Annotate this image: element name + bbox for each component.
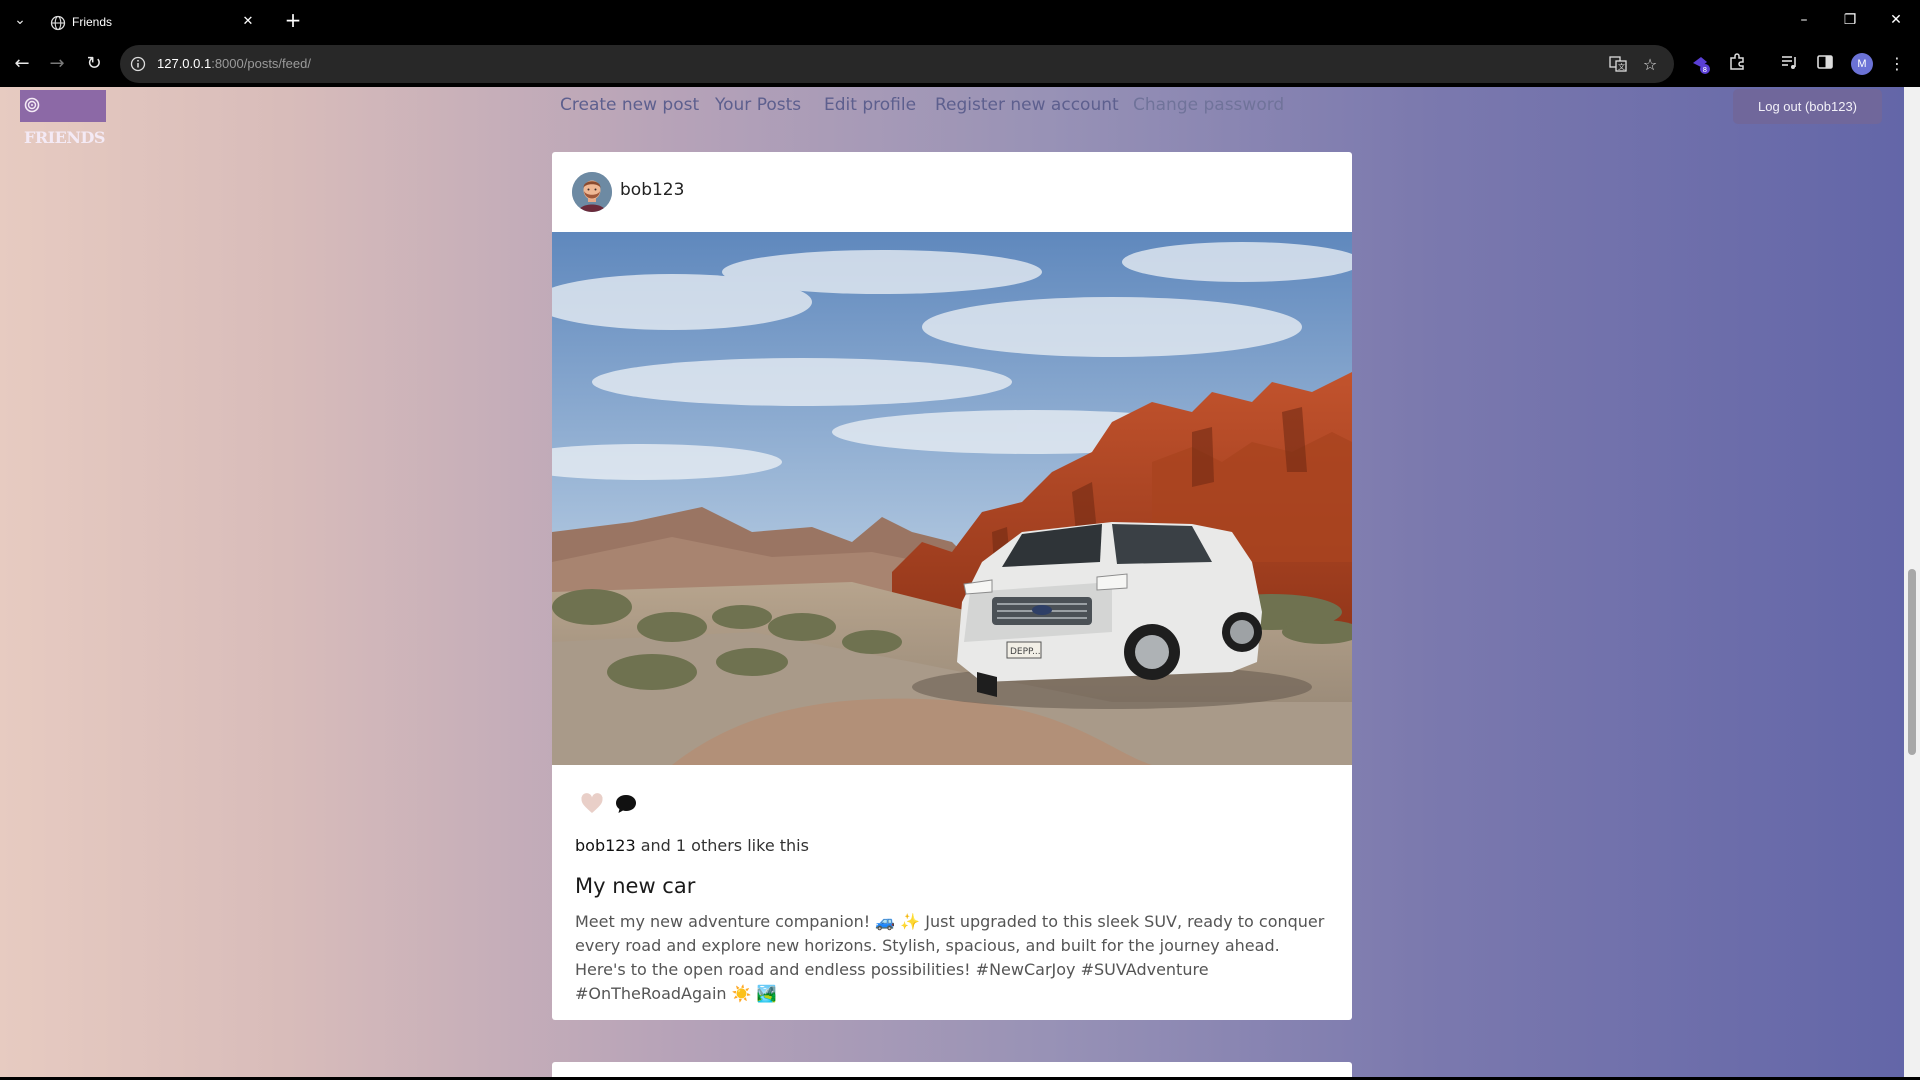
license-plate: DEPP...	[1010, 647, 1041, 657]
post-title: My new car	[575, 874, 696, 898]
author-avatar[interactable]	[572, 172, 612, 212]
media-controls-icon[interactable]	[1778, 53, 1800, 75]
reload-icon[interactable]: ↻	[82, 52, 106, 76]
likes-suffix: and 1 others like this	[635, 836, 809, 855]
post-card: bob123 DEPP... bob123 and 1 others like …	[552, 152, 1352, 1020]
nav-edit-profile[interactable]: Edit profile	[824, 95, 916, 115]
puzzle-extensions-icon[interactable]	[1726, 53, 1748, 75]
page-scrollbar[interactable]	[1904, 87, 1920, 1077]
likes-summary: bob123 and 1 others like this	[575, 836, 809, 855]
nav-change-password[interactable]: Change password	[1133, 95, 1284, 115]
heart-icon[interactable]	[580, 792, 604, 816]
tab-list-chevron-icon[interactable]: ⌄	[10, 10, 30, 30]
browser-tab-bar: ⌄ Friends ✕ + – ❐ ✕	[0, 0, 1920, 41]
browser-tab[interactable]: Friends ✕	[38, 6, 270, 41]
side-panel-icon[interactable]	[1814, 53, 1836, 75]
logout-button[interactable]: Log out (bob123)	[1733, 89, 1882, 124]
url-path: :8000/posts/feed/	[211, 56, 311, 71]
new-tab-plus-icon[interactable]: +	[282, 9, 304, 31]
url-host: 127.0.0.1	[157, 56, 212, 71]
back-arrow-icon[interactable]: ←	[10, 52, 34, 76]
restore-icon[interactable]: ❐	[1838, 8, 1862, 32]
logo-text: FRIENDS	[24, 128, 105, 147]
post-body: Meet my new adventure companion! 🚙 ✨ Jus…	[575, 912, 1325, 1003]
kebab-menu-icon[interactable]: ⋮	[1886, 53, 1908, 75]
page-viewport: FRIENDS Create new post Your Posts Edit …	[0, 87, 1904, 1077]
nav-your-posts[interactable]: Your Posts	[715, 95, 801, 115]
liked-by-user[interactable]: bob123	[575, 836, 636, 855]
nav-register-account[interactable]: Register new account	[935, 95, 1119, 115]
svg-text:文: 文	[1618, 62, 1625, 71]
bookmark-star-icon[interactable]: ☆	[1640, 55, 1660, 75]
site-logo[interactable]: FRIENDS	[20, 90, 106, 147]
tab-close-icon[interactable]: ✕	[238, 12, 258, 32]
profile-avatar[interactable]: M	[1851, 53, 1873, 75]
tab-title: Friends	[72, 15, 113, 29]
scrollbar-thumb[interactable]	[1908, 569, 1916, 755]
swirl-logo-icon	[24, 97, 40, 113]
extension-badge-count: 8	[1703, 66, 1707, 74]
translate-icon[interactable]: 文	[1608, 55, 1628, 75]
next-post-card	[552, 1062, 1352, 1077]
site-info-icon[interactable]	[130, 56, 146, 72]
post-header: bob123	[552, 152, 1352, 232]
post-author[interactable]: bob123	[620, 180, 684, 200]
nav-create-post[interactable]: Create new post	[560, 95, 699, 115]
speech-bubble-icon[interactable]	[614, 792, 638, 816]
forward-arrow-icon[interactable]: →	[45, 52, 69, 76]
address-bar[interactable]: 127.0.0.1:8000/posts/feed/ 文 ☆	[120, 45, 1674, 83]
browser-toolbar: ← → ↻ 127.0.0.1:8000/posts/feed/ 文 ☆ 8 M…	[0, 41, 1920, 87]
close-window-icon[interactable]: ✕	[1884, 8, 1908, 32]
url-text[interactable]: 127.0.0.1:8000/posts/feed/	[157, 56, 311, 71]
extension-icon[interactable]: 8	[1690, 53, 1712, 75]
globe-icon	[50, 15, 66, 31]
post-image: DEPP...	[552, 232, 1352, 765]
minimize-icon[interactable]: –	[1792, 8, 1816, 32]
